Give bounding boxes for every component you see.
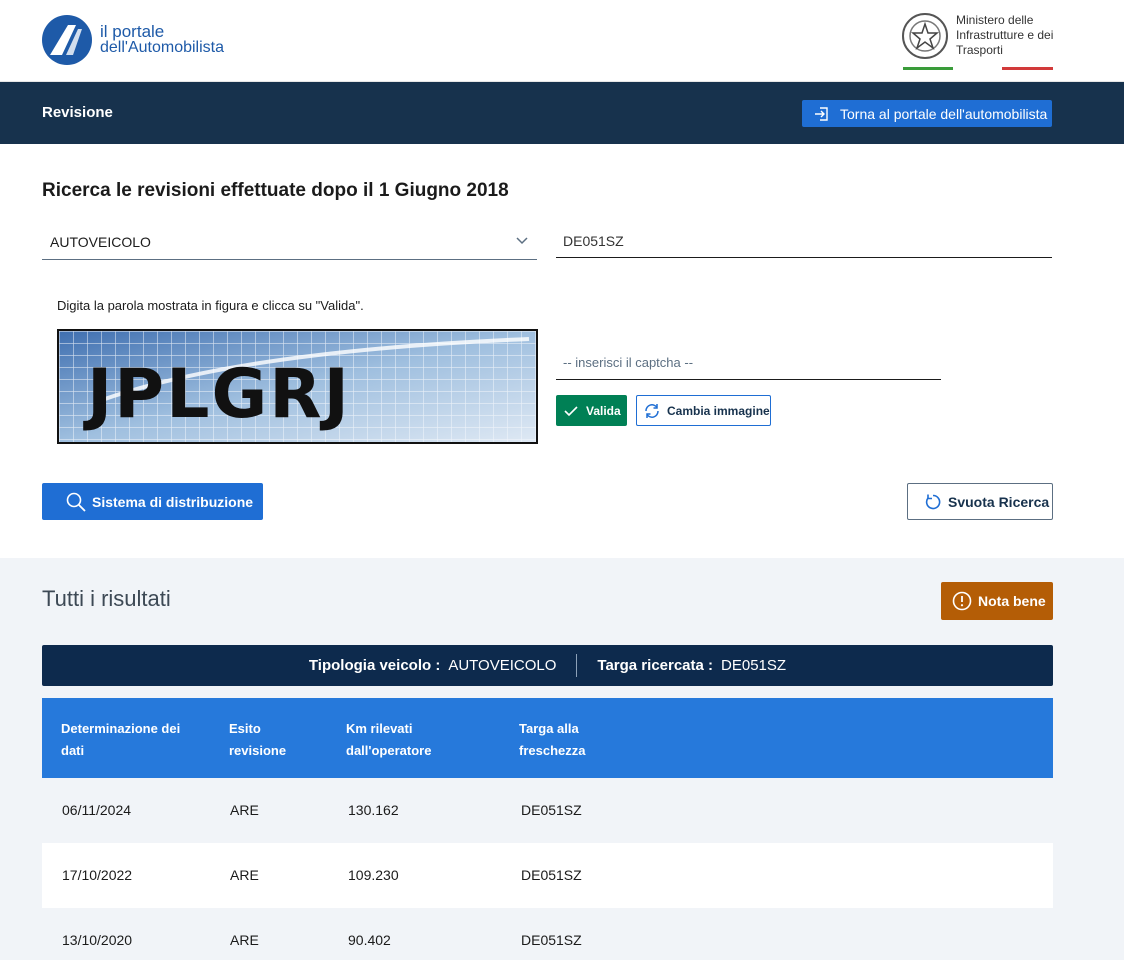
cambia-label: Cambia immagine [667, 403, 770, 418]
captcha-text: JPLGRJ [83, 355, 351, 434]
column-header-line1: Esito [229, 721, 261, 736]
vehicle-type-value: AUTOVEICOLO [50, 234, 151, 250]
back-button-label: Torna al portale dell'automobilista [840, 105, 1048, 122]
road-logo-icon [42, 15, 92, 65]
results-section: Tutti i risultati Nota bene Tipologia ve… [0, 558, 1124, 960]
column-header-line1: Targa alla [519, 721, 579, 736]
logo-line1: il portale [100, 22, 165, 41]
column-header: Km rilevati dall'operatore [346, 718, 431, 762]
search-icon [66, 492, 86, 512]
column-header: Targa alla freschezza [519, 718, 585, 762]
plate-label: Targa ricercata : [597, 657, 714, 674]
flag-red-bar [1002, 67, 1053, 70]
top-header: il portale dell'Automobilista Ministero … [0, 0, 1124, 82]
search-summary-bar: Tipologia veicolo : AUTOVEICOLO Targa ri… [42, 645, 1053, 686]
targa-cell: DE051SZ [521, 802, 582, 818]
captcha-input[interactable]: -- inserisci il captcha -- [556, 347, 941, 380]
cambia-immagine-button[interactable]: Cambia immagine [636, 395, 771, 426]
table-row: 13/10/2020 ARE 90.402 DE051SZ [42, 908, 1053, 960]
svuota-ricerca-button[interactable]: Svuota Ricerca [907, 483, 1053, 520]
column-header-line2: dall'operatore [346, 743, 432, 758]
table-row: 06/11/2024 ARE 130.162 DE051SZ [42, 778, 1053, 843]
navbar: Revisione Torna al portale dell'automobi… [0, 82, 1124, 144]
column-header: Esito revisione [229, 718, 286, 762]
date-cell: 13/10/2020 [62, 932, 133, 948]
vehicle-type-result: AUTOVEICOLO [448, 657, 557, 674]
esito-cell: ARE [230, 867, 259, 883]
km-cell: 90.402 [348, 932, 391, 948]
column-header-line1: Determinazione dei [61, 721, 181, 736]
sistema-distribuzione-button[interactable]: Sistema di distribuzione [42, 483, 263, 520]
plate-input-value: DE051SZ [563, 233, 624, 249]
flag-green-bar [903, 67, 953, 70]
logo-line2: dell'Automobilista [100, 39, 225, 56]
back-to-portal-button[interactable]: Torna al portale dell'automobilista [802, 100, 1052, 127]
nota-label: Nota bene [978, 593, 1046, 609]
login-icon [815, 106, 828, 121]
esito-cell: ARE [230, 802, 259, 818]
exclamation-icon [952, 591, 972, 611]
ministry-brand: Ministero delle Infrastrutture e dei Tra… [900, 10, 1056, 62]
table-row: 17/10/2022 ARE 109.230 DE051SZ [42, 843, 1053, 908]
refresh-icon [645, 403, 659, 418]
results-title: Tutti i risultati [42, 586, 171, 611]
ministry-line2: Infrastrutture e dei [956, 28, 1054, 42]
column-header: Determinazione dei dati [61, 718, 180, 762]
vehicle-type-label: Tipologia veicolo : [308, 657, 441, 674]
captcha-image: JPLGRJ [57, 329, 538, 444]
date-cell: 17/10/2022 [62, 867, 133, 883]
km-cell: 109.230 [348, 867, 399, 883]
reset-icon [925, 494, 941, 509]
plate-input[interactable]: DE051SZ [556, 225, 1052, 258]
column-header-line2: revisione [229, 743, 287, 758]
page-title: Revisione [42, 104, 113, 121]
plate-result: DE051SZ [721, 657, 787, 674]
valida-button[interactable]: Valida [556, 395, 627, 426]
ministry-line3: Trasporti [956, 43, 1003, 57]
summary-divider [576, 654, 578, 677]
date-cell: 06/11/2024 [62, 802, 132, 818]
svuota-label: Svuota Ricerca [948, 493, 1050, 510]
ministry-line1: Ministero delle [956, 13, 1034, 27]
vehicle-type-select[interactable]: AUTOVEICOLO [42, 225, 537, 260]
km-cell: 130.162 [348, 802, 399, 818]
check-icon [564, 405, 578, 416]
portal-logo[interactable]: il portale dell'Automobilista [42, 15, 224, 65]
targa-cell: DE051SZ [521, 867, 582, 883]
nota-bene-button[interactable]: Nota bene [941, 582, 1053, 620]
search-title: Ricerca le revisioni effettuate dopo il … [42, 180, 509, 201]
column-header-line1: Km rilevati [346, 721, 413, 736]
chevron-down-icon [516, 237, 528, 245]
results-table-header: Determinazione dei dati Esito revisione … [42, 698, 1053, 778]
column-header-line2: freschezza [519, 743, 586, 758]
italian-emblem-icon [902, 13, 948, 59]
sistema-label: Sistema di distribuzione [92, 493, 254, 510]
targa-cell: DE051SZ [521, 932, 582, 948]
captcha-hint: Digita la parola mostrata in figura e cl… [57, 298, 364, 313]
esito-cell: ARE [230, 932, 259, 948]
column-header-line2: dati [61, 743, 85, 758]
valida-label: Valida [586, 403, 621, 418]
